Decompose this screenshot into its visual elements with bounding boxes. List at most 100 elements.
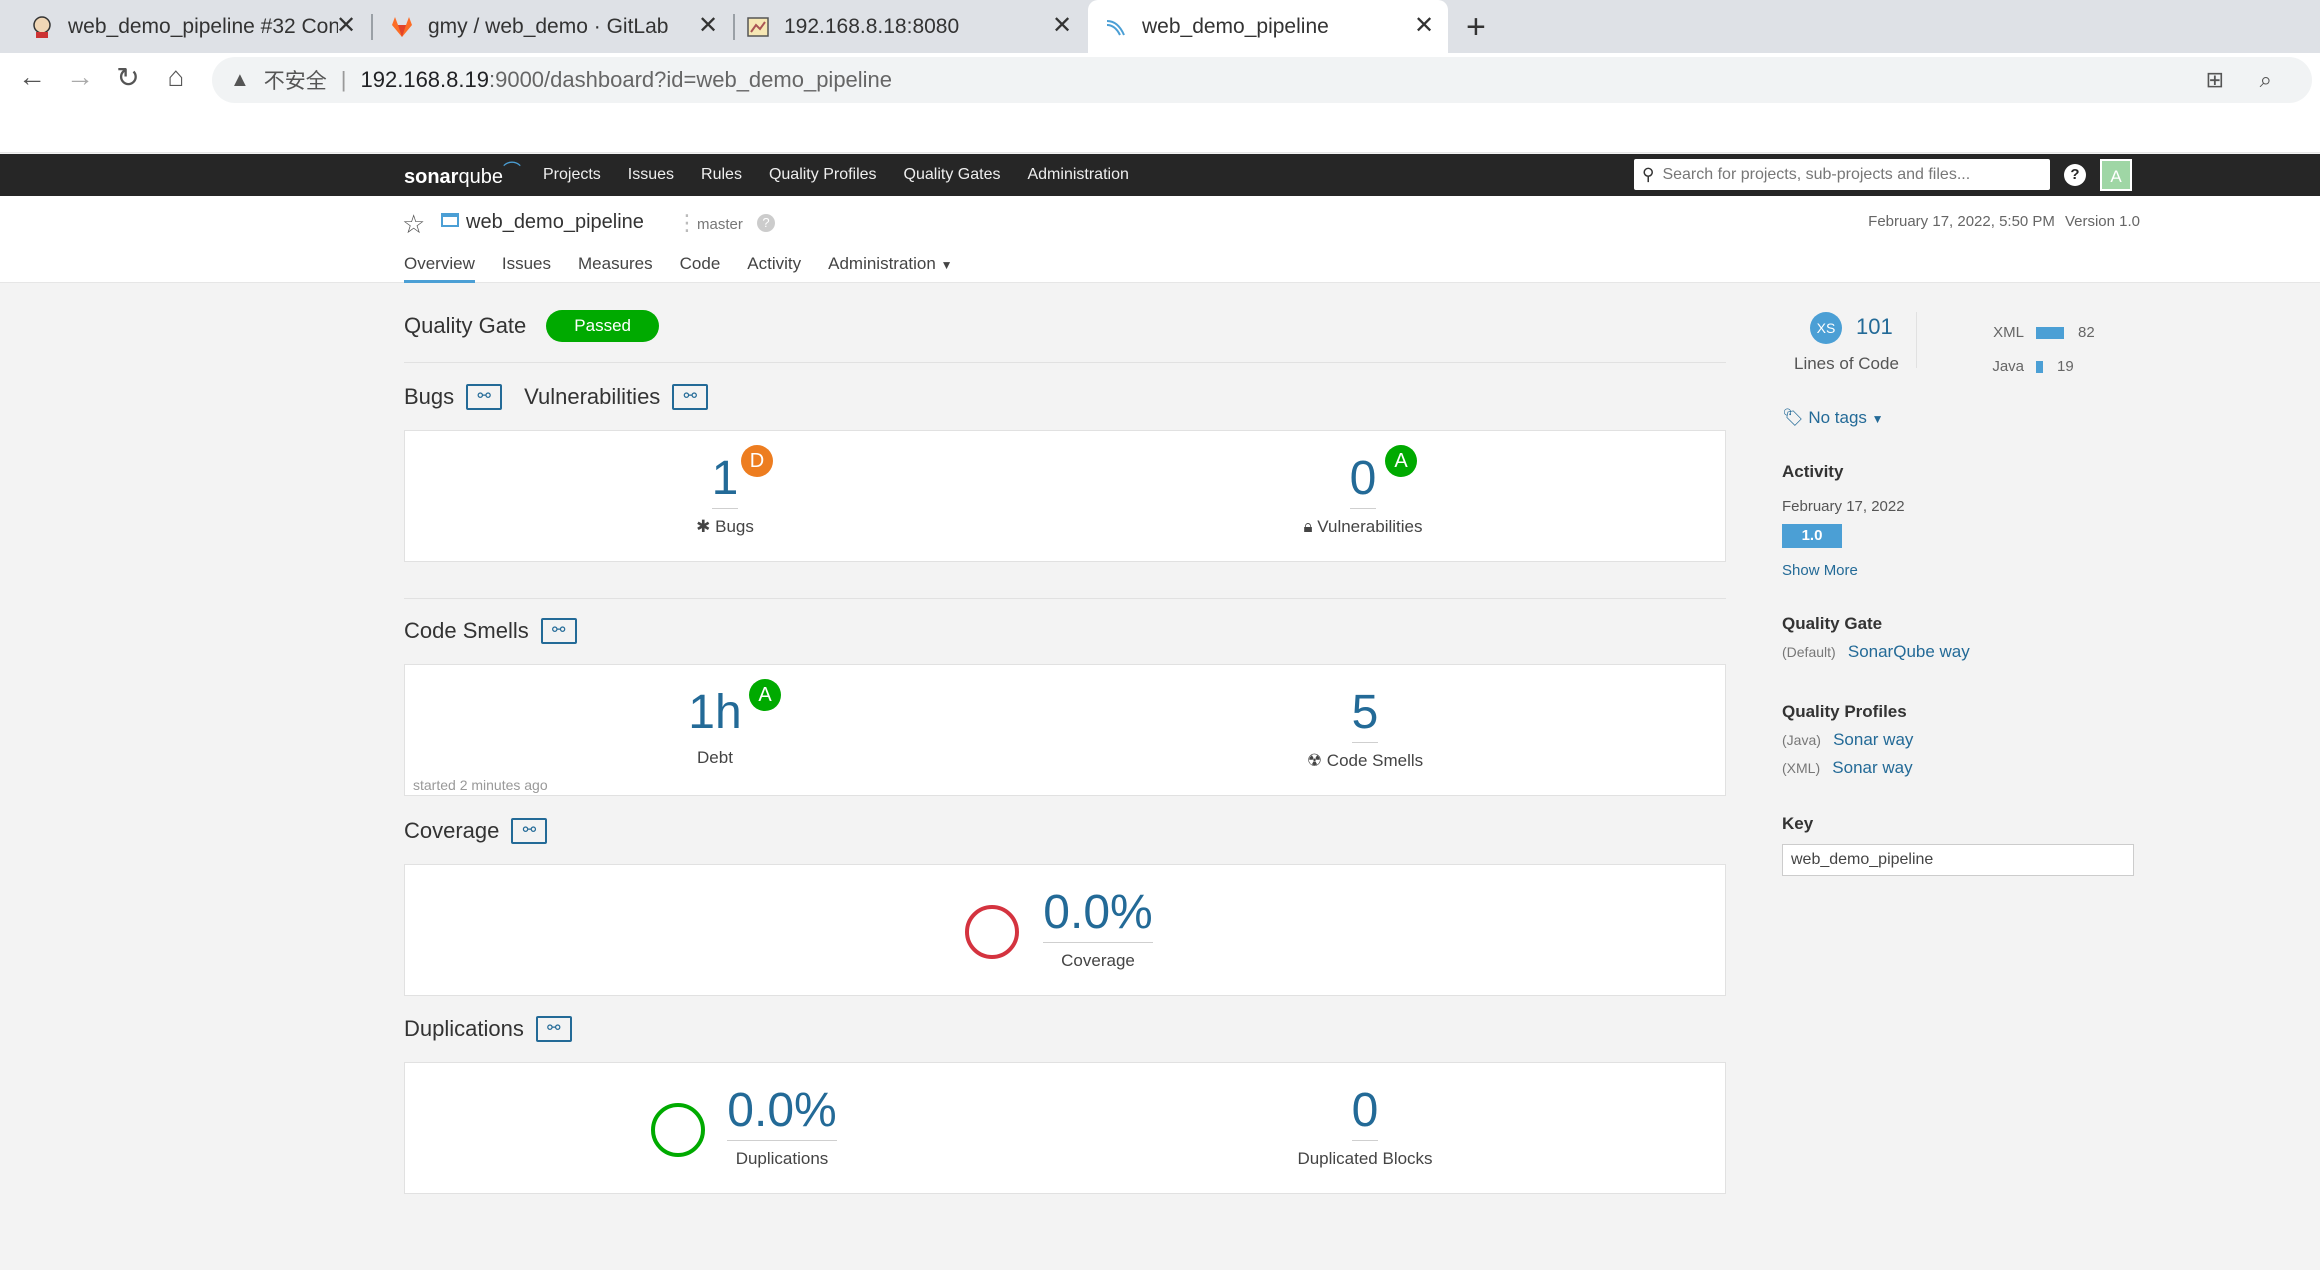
nav-issues[interactable]: Issues: [628, 166, 674, 184]
quality-profile-xml: (XML) Sonar way: [1782, 758, 1913, 778]
forward-icon[interactable]: →: [60, 61, 100, 93]
browser-tab-gitlab[interactable]: gmy / web_demo · GitLab ✕: [372, 0, 732, 53]
url-text[interactable]: 192.168.8.19:9000/dashboard?id=web_demo_…: [361, 67, 893, 93]
reload-icon[interactable]: ↻: [108, 61, 148, 94]
branch-help-icon[interactable]: ?: [757, 214, 775, 232]
coverage-donut: [965, 905, 1019, 959]
insecure-label: 不安全: [263, 70, 327, 93]
smells-title-text: Code Smells: [404, 618, 529, 643]
bugs-label-text: Bugs: [715, 517, 754, 536]
nav-rules[interactable]: Rules: [701, 166, 742, 184]
show-more-link[interactable]: Show More: [1782, 562, 1858, 579]
nav-projects[interactable]: Projects: [543, 166, 601, 184]
nav-administration[interactable]: Administration: [1027, 166, 1128, 184]
project-tabs: Overview Issues Measures Code Activity A…: [404, 254, 979, 283]
coverage-metric[interactable]: 0.0% Coverage: [1033, 885, 1163, 971]
search-icon: ⚲: [1642, 164, 1655, 184]
quality-gate-label: Quality Gate: [404, 313, 527, 338]
nav-quality-profiles[interactable]: Quality Profiles: [769, 166, 877, 184]
dup-blocks-metric[interactable]: 0 Duplicated Blocks: [1265, 1083, 1465, 1169]
gitlab-icon: [390, 15, 414, 39]
new-tab-icon[interactable]: +: [1466, 8, 1486, 47]
browser-tab-jenkins[interactable]: web_demo_pipeline #32 Console [Jenkins] …: [0, 0, 370, 53]
generic-page-icon: [746, 15, 770, 39]
coverage-card: 0.0% Coverage: [404, 864, 1726, 996]
coverage-title: Coverage ⚯: [404, 818, 548, 844]
divider: [404, 362, 1726, 363]
vuln-history-link-icon[interactable]: ⚯: [672, 384, 709, 410]
tab-activity[interactable]: Activity: [747, 254, 801, 283]
logo-wave-icon: ⌒: [502, 161, 521, 181]
smells-label: ☢ Code Smells: [1265, 751, 1465, 771]
project-name[interactable]: web_demo_pipeline: [466, 211, 644, 234]
qg-link[interactable]: SonarQube way: [1848, 642, 1970, 661]
browser-tab-sonarqube[interactable]: web_demo_pipeline ✕: [1088, 0, 1448, 53]
qp-lang: (XML): [1782, 760, 1821, 776]
smells-card: 1h A Debt 5 ☢ Code Smells started 2 minu…: [404, 664, 1726, 796]
divider: [404, 598, 1726, 599]
project-key-field[interactable]: web_demo_pipeline: [1782, 844, 2134, 876]
tab-overview[interactable]: Overview: [404, 254, 475, 283]
url-separator: |: [340, 67, 347, 92]
debt-value[interactable]: 1h: [688, 685, 741, 740]
vuln-label: 🔒︎ Vulnerabilities: [1273, 517, 1453, 537]
vuln-value[interactable]: 0: [1349, 451, 1377, 509]
bugs-rating-badge[interactable]: D: [741, 445, 773, 477]
lines-of-code-value[interactable]: 101: [1856, 314, 1893, 340]
bugs-vuln-title: Bugs ⚯ Vulnerabilities ⚯: [404, 384, 709, 410]
sonarqube-logo[interactable]: sonarqube⌒: [404, 161, 521, 189]
tab-measures[interactable]: Measures: [578, 254, 653, 283]
translate-icon[interactable]: ⊞: [2206, 67, 2224, 93]
vuln-metric[interactable]: 0 A 🔒︎ Vulnerabilities: [1273, 445, 1453, 537]
vuln-rating-badge[interactable]: A: [1385, 445, 1417, 477]
back-icon[interactable]: ←: [12, 61, 52, 93]
nav-quality-gates[interactable]: Quality Gates: [904, 166, 1001, 184]
dup-blocks-value[interactable]: 0: [1351, 1083, 1379, 1141]
url-path: :9000/dashboard?id=web_demo_pipeline: [488, 67, 893, 92]
debt-label: Debt: [697, 748, 733, 767]
close-tab-icon[interactable]: ✕: [1048, 12, 1076, 40]
home-icon[interactable]: ⌂: [156, 61, 196, 93]
url-bar[interactable]: ▲ 不安全 | 192.168.8.19:9000/dashboard?id=w…: [212, 57, 2312, 103]
coverage-value[interactable]: 0.0%: [1043, 885, 1153, 943]
dup-history-link-icon[interactable]: ⚯: [535, 1016, 572, 1042]
bugs-history-link-icon[interactable]: ⚯: [466, 384, 503, 410]
debt-rating-badge[interactable]: A: [749, 679, 781, 711]
close-tab-icon[interactable]: ✕: [1410, 12, 1438, 40]
tab-code[interactable]: Code: [680, 254, 721, 283]
vuln-label-text: Vulnerabilities: [1317, 517, 1423, 536]
dup-blocks-label: Duplicated Blocks: [1297, 1149, 1433, 1168]
smells-history-link-icon[interactable]: ⚯: [540, 618, 577, 644]
coverage-history-link-icon[interactable]: ⚯: [511, 818, 548, 844]
dup-value[interactable]: 0.0%: [727, 1083, 837, 1141]
lock-icon: 🔒︎: [1303, 517, 1313, 536]
help-icon[interactable]: ?: [2064, 164, 2086, 186]
bugs-value[interactable]: 1: [711, 451, 739, 509]
qp-link[interactable]: Sonar way: [1833, 730, 1913, 749]
user-avatar[interactable]: A: [2100, 159, 2132, 191]
zoom-icon[interactable]: ⌕: [2260, 67, 2272, 93]
smells-value[interactable]: 5: [1351, 685, 1379, 743]
language-bar: [2036, 326, 2064, 339]
close-tab-icon[interactable]: ✕: [694, 12, 722, 40]
smells-metric[interactable]: 5 ☢ Code Smells: [1265, 685, 1465, 771]
bugs-metric[interactable]: 1 D ✱ Bugs: [665, 445, 785, 537]
dup-donut: [651, 1103, 705, 1157]
browser-tab-localhost[interactable]: 192.168.8.18:8080 ✕: [734, 0, 1086, 53]
language-value: 19: [2057, 358, 2074, 375]
dup-metric[interactable]: 0.0% Duplications: [717, 1083, 847, 1169]
favorite-star-icon[interactable]: ☆: [402, 209, 425, 240]
quality-profiles-title: Quality Profiles: [1782, 702, 1907, 721]
coverage-label: Coverage: [1061, 951, 1135, 970]
size-rating-badge: XS: [1810, 312, 1842, 344]
global-search-input[interactable]: ⚲ Search for projects, sub-projects and …: [1634, 159, 2050, 190]
coverage-title-text: Coverage: [404, 818, 500, 843]
tab-issues[interactable]: Issues: [502, 254, 551, 283]
tags-dropdown[interactable]: 🏷︎ No tags ▼: [1782, 408, 1884, 428]
debt-metric[interactable]: 1h A Debt: [655, 679, 781, 768]
tab-administration[interactable]: Administration ▼: [828, 254, 952, 283]
bug-icon: ✱: [696, 517, 711, 536]
qp-link[interactable]: Sonar way: [1832, 758, 1912, 777]
branch-name: master: [697, 216, 743, 233]
close-tab-icon[interactable]: ✕: [332, 12, 360, 40]
